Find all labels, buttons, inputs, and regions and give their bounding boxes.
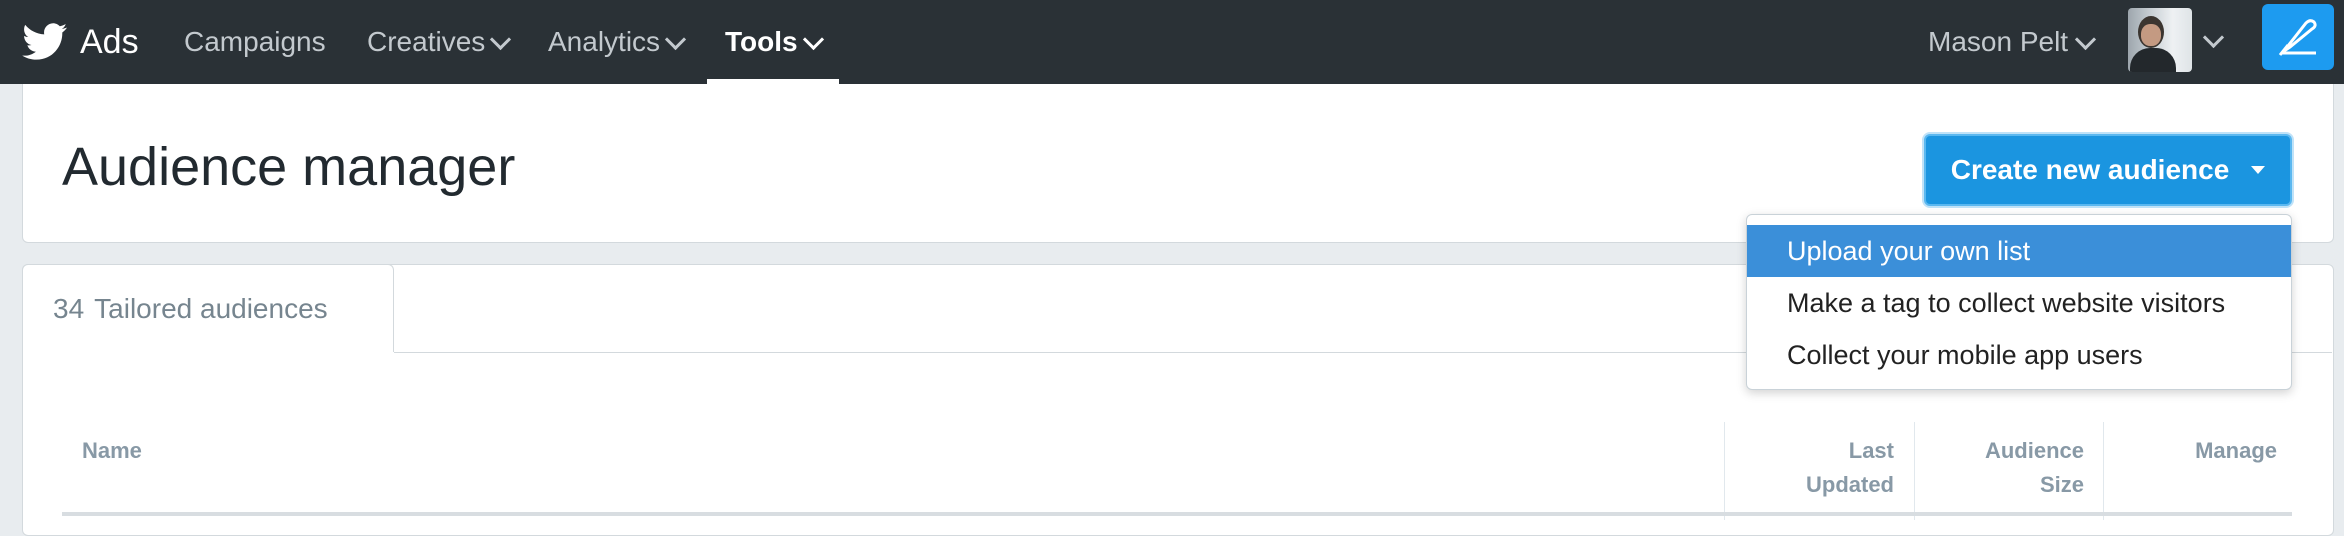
avatar-menu[interactable] bbox=[2128, 8, 2225, 72]
chevron-down-icon bbox=[664, 28, 687, 50]
create-audience-menu: Upload your own list Make a tag to colle… bbox=[1746, 214, 2292, 390]
compose-tweet-button[interactable] bbox=[2262, 4, 2334, 70]
chevron-down-icon bbox=[2074, 28, 2097, 50]
column-header-manage: Manage bbox=[2103, 434, 2277, 468]
top-navigation-bar: Ads Campaigns Creatives Analytics Tools … bbox=[0, 0, 2344, 84]
menu-item-website-tag-label: Make a tag to collect website visitors bbox=[1787, 287, 2226, 318]
menu-item-upload-list[interactable]: Upload your own list bbox=[1747, 225, 2291, 277]
create-new-audience-button[interactable]: Create new audience bbox=[1924, 134, 2292, 206]
column-header-audience-size-line2: Size bbox=[2039, 472, 2084, 497]
chevron-down-icon bbox=[802, 28, 824, 50]
table-header-underline bbox=[62, 512, 2292, 516]
nav-creatives-label: Creatives bbox=[367, 26, 486, 57]
menu-item-website-tag[interactable]: Make a tag to collect website visitors bbox=[1747, 277, 2291, 329]
column-header-last-updated-line2: Updated bbox=[1806, 472, 1894, 497]
column-header-audience-size[interactable]: Audience Size bbox=[1914, 434, 2084, 502]
account-name: Mason Pelt bbox=[1928, 26, 2069, 57]
menu-item-mobile-app-users-label: Collect your mobile app users bbox=[1787, 339, 2143, 370]
caret-down-icon bbox=[2251, 166, 2266, 174]
nav-campaigns[interactable]: Campaigns bbox=[184, 0, 326, 84]
column-header-name-label: Name bbox=[82, 438, 142, 463]
nav-tools[interactable]: Tools bbox=[707, 0, 839, 84]
tab-count: 34 bbox=[53, 292, 85, 324]
avatar bbox=[2128, 8, 2192, 72]
compose-tweet-icon bbox=[2278, 19, 2317, 56]
twitter-bird-icon bbox=[22, 23, 68, 60]
create-new-audience-label: Create new audience bbox=[1950, 154, 2230, 185]
nav-creatives[interactable]: Creatives bbox=[367, 0, 512, 84]
nav-campaigns-label: Campaigns bbox=[184, 26, 326, 57]
tab-tailored-audiences[interactable]: 34 Tailored audiences bbox=[22, 264, 394, 352]
tab-label: Tailored audiences bbox=[94, 292, 328, 324]
column-header-audience-size-line1: Audience bbox=[1984, 438, 2084, 463]
column-header-last-updated[interactable]: Last Updated bbox=[1724, 434, 1894, 502]
chevron-down-icon bbox=[490, 28, 512, 50]
column-header-last-updated-line1: Last bbox=[1848, 438, 1894, 463]
nav-tools-label: Tools bbox=[725, 26, 798, 57]
account-menu[interactable]: Mason Pelt bbox=[1928, 0, 2097, 84]
column-header-name[interactable]: Name bbox=[82, 434, 142, 468]
brand-home-link[interactable]: Ads bbox=[22, 14, 139, 70]
brand-label: Ads bbox=[80, 22, 139, 61]
menu-item-mobile-app-users[interactable]: Collect your mobile app users bbox=[1747, 329, 2291, 381]
nav-analytics[interactable]: Analytics bbox=[548, 0, 687, 84]
column-header-manage-label: Manage bbox=[2195, 438, 2277, 463]
chevron-down-icon bbox=[2202, 26, 2225, 48]
page-title: Audience manager bbox=[62, 137, 516, 197]
menu-item-upload-list-label: Upload your own list bbox=[1787, 235, 2031, 266]
nav-analytics-label: Analytics bbox=[548, 26, 661, 57]
